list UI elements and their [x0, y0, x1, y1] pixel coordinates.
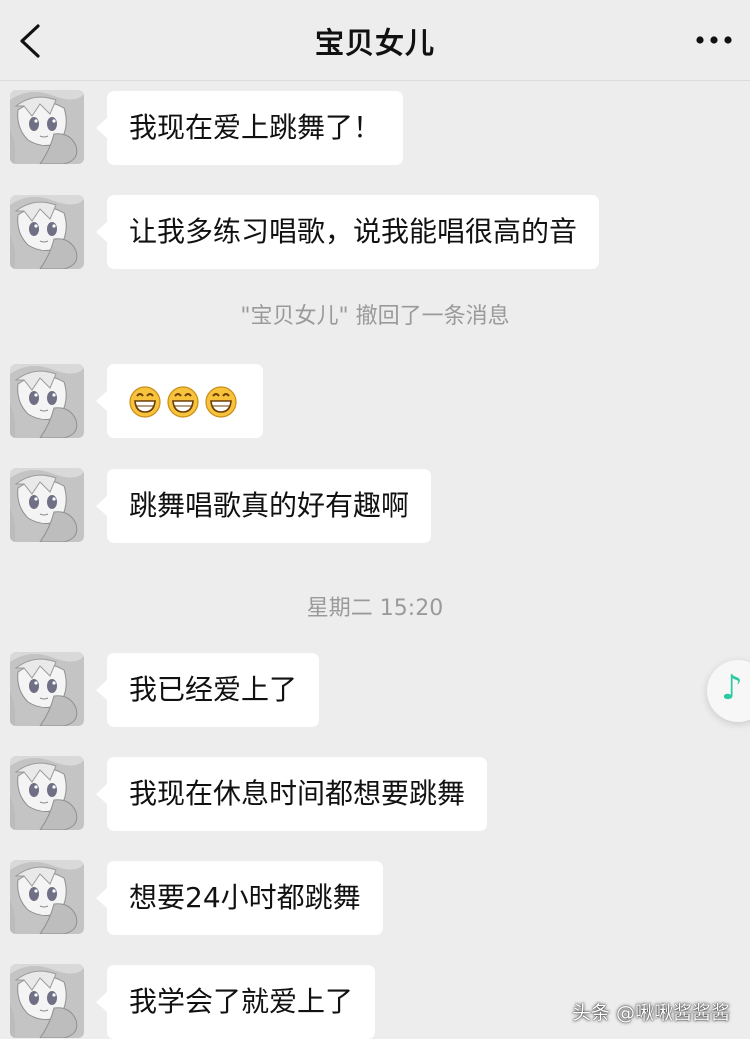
- watermark: 头条 @啾啾酱酱酱: [572, 1002, 731, 1024]
- message-bubble[interactable]: 让我多练习唱歌，说我能唱很高的音: [95, 195, 600, 269]
- more-dots-icon[interactable]: [694, 30, 734, 50]
- message-bubble[interactable]: 想要24小时都跳舞: [96, 861, 383, 935]
- avatar[interactable]: [10, 756, 84, 830]
- avatar[interactable]: [10, 468, 84, 542]
- music-float-button[interactable]: ♪: [707, 660, 750, 722]
- music-note-icon: ♪: [721, 668, 743, 708]
- avatar[interactable]: [10, 90, 84, 164]
- avatar[interactable]: [10, 364, 84, 438]
- avatar[interactable]: [10, 860, 84, 934]
- grinning-face-icon: [129, 386, 161, 418]
- emoji-row: [127, 364, 243, 438]
- grinning-face-icon: [205, 386, 237, 418]
- avatar[interactable]: [10, 195, 84, 269]
- recall-notice: "宝贝女儿" 撤回了一条消息: [240, 304, 510, 329]
- emoji-message-bubble[interactable]: [96, 364, 263, 438]
- message-bubble[interactable]: 我学会了就爱上了: [95, 965, 376, 1039]
- message-bubble[interactable]: 我已经爱上了: [95, 653, 320, 727]
- avatar[interactable]: [10, 964, 84, 1038]
- grinning-face-icon: [167, 386, 199, 418]
- avatar[interactable]: [10, 652, 84, 726]
- message-bubble[interactable]: 我现在爱上跳舞了！: [95, 91, 404, 165]
- message-bubble[interactable]: 我现在休息时间都想要跳舞: [95, 757, 488, 831]
- timestamp: 星期二 15:20: [306, 596, 444, 621]
- chat-header: 宝贝女儿: [0, 0, 750, 81]
- message-bubble[interactable]: 跳舞唱歌真的好有趣啊: [95, 469, 432, 543]
- chat-title: 宝贝女儿: [314, 26, 435, 60]
